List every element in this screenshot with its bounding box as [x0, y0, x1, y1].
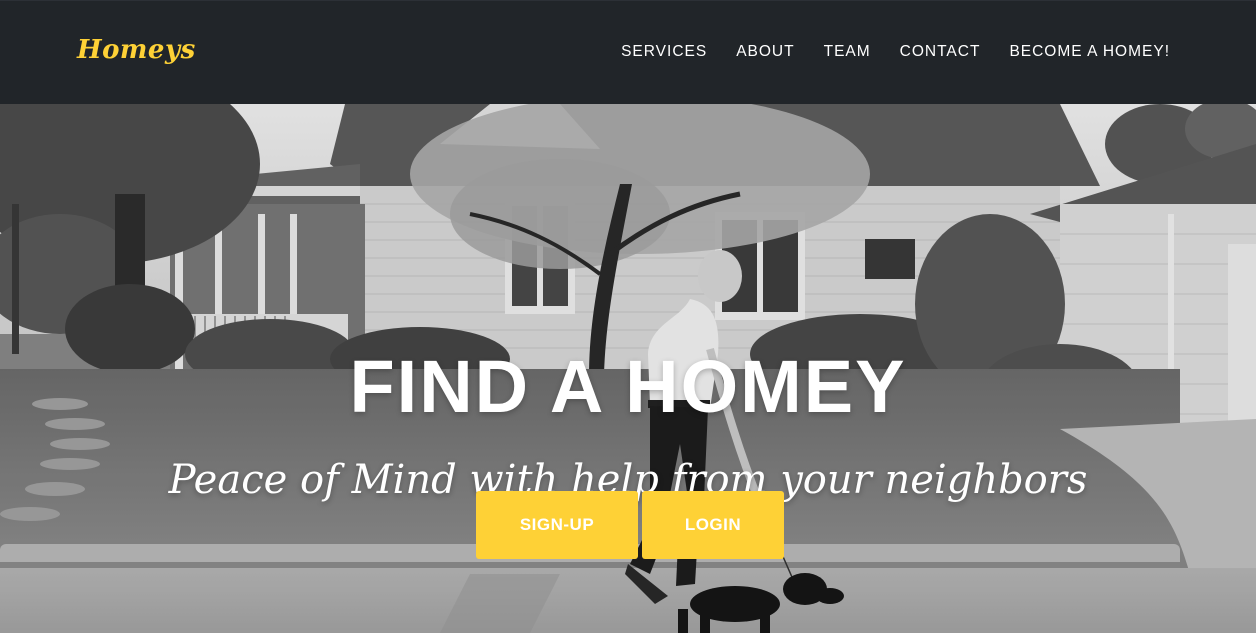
hero-heading: FIND A HOMEY [349, 344, 907, 428]
nav-link-services[interactable]: SERVICES [621, 43, 707, 61]
signup-button[interactable]: SIGN-UP [476, 491, 638, 559]
hero-buttons: SIGN-UP LOGIN [476, 491, 784, 559]
nav-link-about[interactable]: ABOUT [736, 43, 794, 61]
navbar: Homeys SERVICES ABOUT TEAM CONTACT BECOM… [0, 0, 1256, 104]
nav-link-team[interactable]: TEAM [824, 43, 871, 61]
nav-links: SERVICES ABOUT TEAM CONTACT BECOME A HOM… [592, 43, 1170, 61]
login-button[interactable]: LOGIN [642, 491, 784, 559]
nav-link-contact[interactable]: CONTACT [900, 43, 981, 61]
nav-link-become-a-homey[interactable]: BECOME A HOMEY! [1009, 43, 1170, 61]
brand-logo[interactable]: Homeys [77, 35, 196, 65]
hero-section: FIND A HOMEY Peace of Mind with help fro… [0, 104, 1256, 633]
